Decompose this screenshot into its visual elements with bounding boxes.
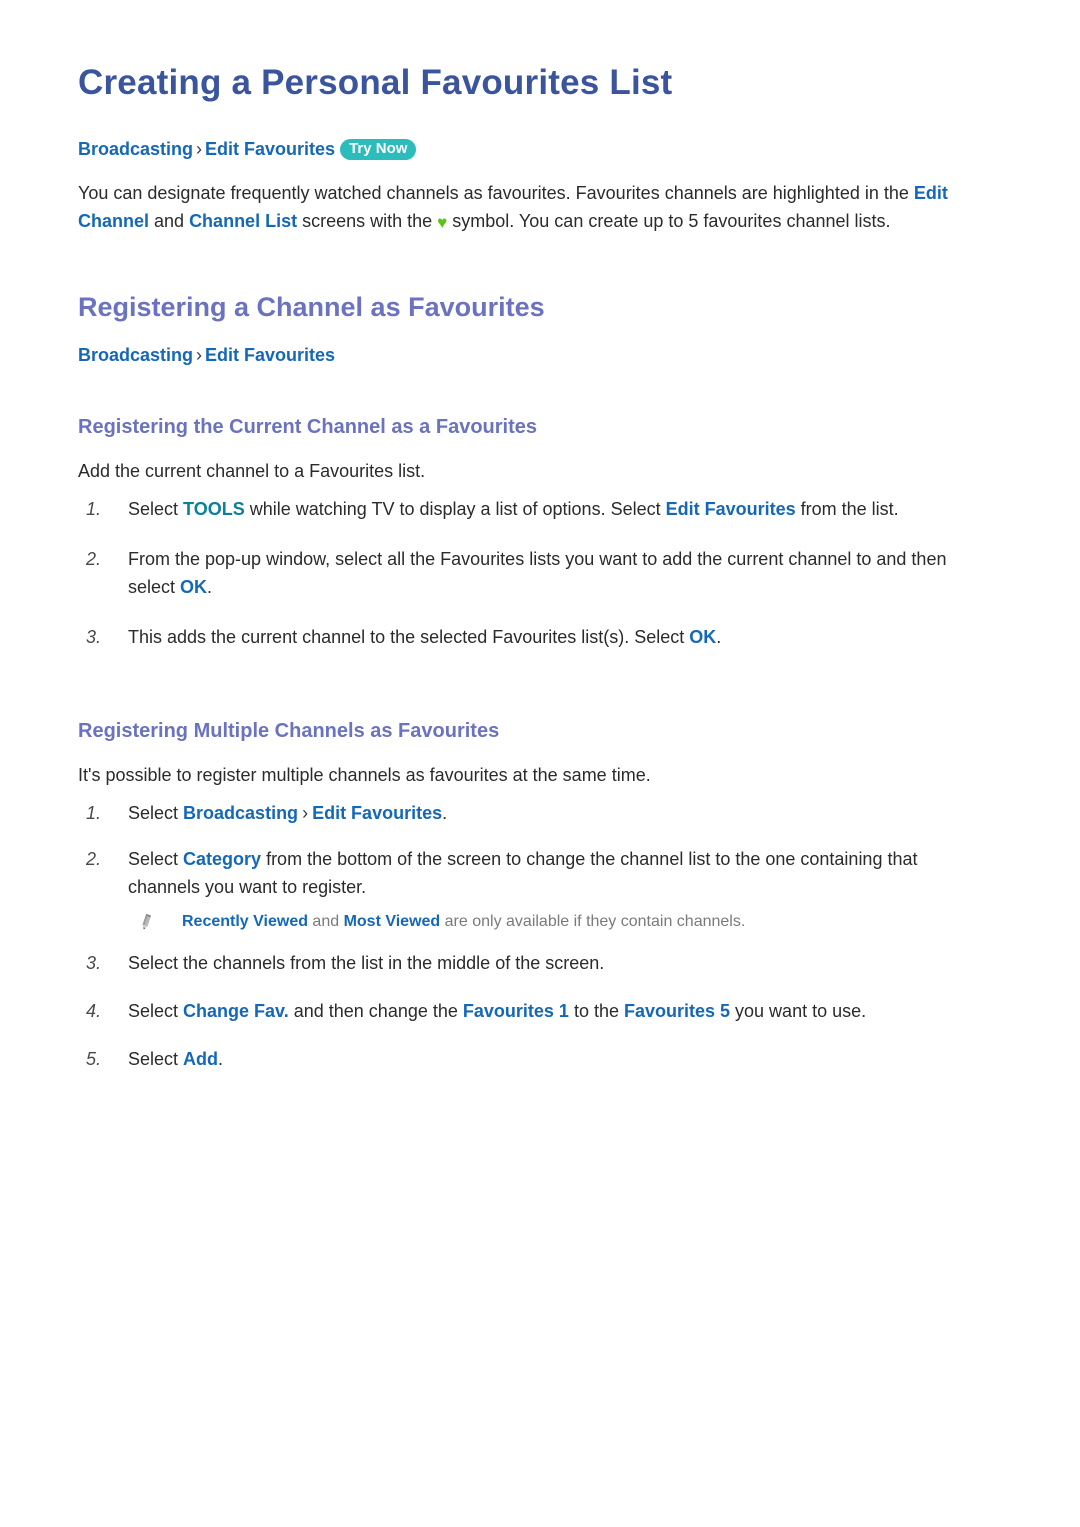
step-text-part1: Select	[128, 499, 184, 520]
breadcrumb-item-broadcasting-2[interactable]: Broadcasting	[78, 345, 193, 365]
keyword-broadcasting: Broadcasting	[183, 803, 299, 824]
steps-list-multiple-channels: 1. Select Broadcasting › Edit Favourites. 2…	[78, 799, 990, 901]
keyword-favourites-1: Favourites 1	[462, 1001, 569, 1022]
keyword-category: Category	[183, 849, 262, 870]
list-item: 2. From the pop-up window, select all the…	[78, 545, 990, 601]
step-text-part1: Select	[128, 803, 184, 824]
step-text-part1: Select the channels from the list in the…	[128, 953, 605, 974]
step-text-part3: to the	[568, 1001, 624, 1022]
breadcrumb-item-edit-favourites-2[interactable]: Edit Favourites	[205, 345, 335, 365]
list-item-number: 4.	[86, 1001, 102, 1022]
step-text-part2: and then change the	[288, 1001, 463, 1022]
note-text-part1: and	[307, 913, 344, 931]
list-item: 5. Select Add.	[78, 1045, 990, 1073]
section-heading-registering-channel: Registering a Channel as Favourites	[78, 292, 545, 323]
list-item-number: 3.	[86, 953, 102, 974]
step-text-part2: while watching TV to display a list of o…	[244, 499, 666, 520]
document-page: Creating a Personal Favourites List Broa…	[0, 0, 1080, 1527]
subsection-heading-multiple-channels: Registering Multiple Channels as Favouri…	[78, 720, 500, 743]
pencil-icon	[136, 912, 156, 932]
step-text-part4: you want to use.	[730, 1001, 867, 1022]
chevron-right-icon-3: ›	[302, 803, 309, 824]
subsection-heading-current-channel: Registering the Current Channel as a Fav…	[78, 416, 537, 439]
intro-text-part2: and	[149, 211, 190, 232]
list-item: 4. Select Change Fav. and then change the…	[78, 997, 990, 1025]
multiple-channels-intro: It's possible to register multiple chann…	[78, 765, 651, 786]
heart-icon: ♥	[437, 213, 448, 233]
keyword-ok-2: OK	[689, 627, 717, 648]
step-text-part3: from the list.	[795, 499, 899, 520]
list-item: 2. Select Category from the bottom of the…	[78, 845, 990, 901]
keyword-edit-favourites-3: Edit Favourites	[312, 803, 443, 824]
step-text-part1: Select	[128, 849, 184, 870]
keyword-change-fav: Change Fav.	[183, 1001, 289, 1022]
list-item-number: 5.	[86, 1049, 102, 1070]
step-text-part1: From the pop-up window, select all the F…	[128, 549, 947, 598]
list-item-number: 1.	[86, 803, 102, 824]
list-item: 3. This adds the current channel to the s…	[78, 623, 990, 651]
breadcrumb-registering-channel: Broadcasting › Edit Favourites	[78, 344, 990, 367]
list-item: 1. Select Broadcasting › Edit Favourites.	[78, 799, 990, 827]
breadcrumb-item-edit-favourites[interactable]: Edit Favourites	[205, 139, 335, 159]
try-now-badge[interactable]: Try Now	[340, 139, 417, 160]
keyword-add: Add	[183, 1049, 219, 1070]
note-text-part2: are only available if they contain chann…	[440, 913, 746, 931]
page-title: Creating a Personal Favourites List	[78, 63, 673, 102]
steps-list-current-channel: 1. Select TOOLS while watching TV to disp…	[78, 495, 990, 651]
step-text-part1: Select	[128, 1049, 184, 1070]
step-text-part2: .	[207, 577, 213, 598]
chevron-right-icon: ›	[196, 139, 203, 159]
list-item-number: 3.	[86, 627, 102, 648]
step-text-part1: This adds the current channel to the sel…	[128, 627, 690, 648]
keyword-edit-favourites: Edit Favourites	[665, 499, 796, 520]
current-channel-intro: Add the current channel to a Favourites …	[78, 461, 426, 482]
step-text-part2: .	[442, 803, 448, 824]
keyword-most-viewed: Most Viewed	[343, 913, 441, 931]
breadcrumb-item-broadcasting[interactable]: Broadcasting	[78, 139, 193, 159]
keyword-tools: TOOLS	[183, 499, 245, 520]
keyword-channel-list: Channel List	[189, 211, 298, 232]
keyword-favourites-5: Favourites 5	[623, 1001, 731, 1022]
breadcrumb-top: Broadcasting › Edit Favourites Try Now	[78, 138, 990, 161]
note-block: Recently Viewed and Most Viewed are only…	[130, 909, 990, 935]
intro-text-part3: screens with the	[297, 211, 438, 232]
step-text-part1: Select	[128, 1001, 184, 1022]
list-item-number: 2.	[86, 549, 102, 570]
intro-text-part1: You can designate frequently watched cha…	[78, 183, 914, 204]
steps-list-multiple-channels-cont: 3. Select the channels from the list in t…	[78, 949, 990, 1073]
keyword-recently-viewed: Recently Viewed	[182, 913, 308, 931]
list-item: 1. Select TOOLS while watching TV to disp…	[78, 495, 990, 523]
intro-paragraph: You can designate frequently watched cha…	[78, 179, 978, 237]
step-text-part2: .	[218, 1049, 224, 1070]
step-text-part2: .	[716, 627, 722, 648]
chevron-right-icon-2: ›	[196, 344, 203, 365]
intro-text-part4: symbol. You can create up to 5 favourite…	[447, 211, 891, 232]
keyword-ok: OK	[180, 577, 208, 598]
list-item-number: 2.	[86, 849, 102, 870]
list-item-number: 1.	[86, 499, 102, 520]
list-item: 3. Select the channels from the list in t…	[78, 949, 990, 977]
